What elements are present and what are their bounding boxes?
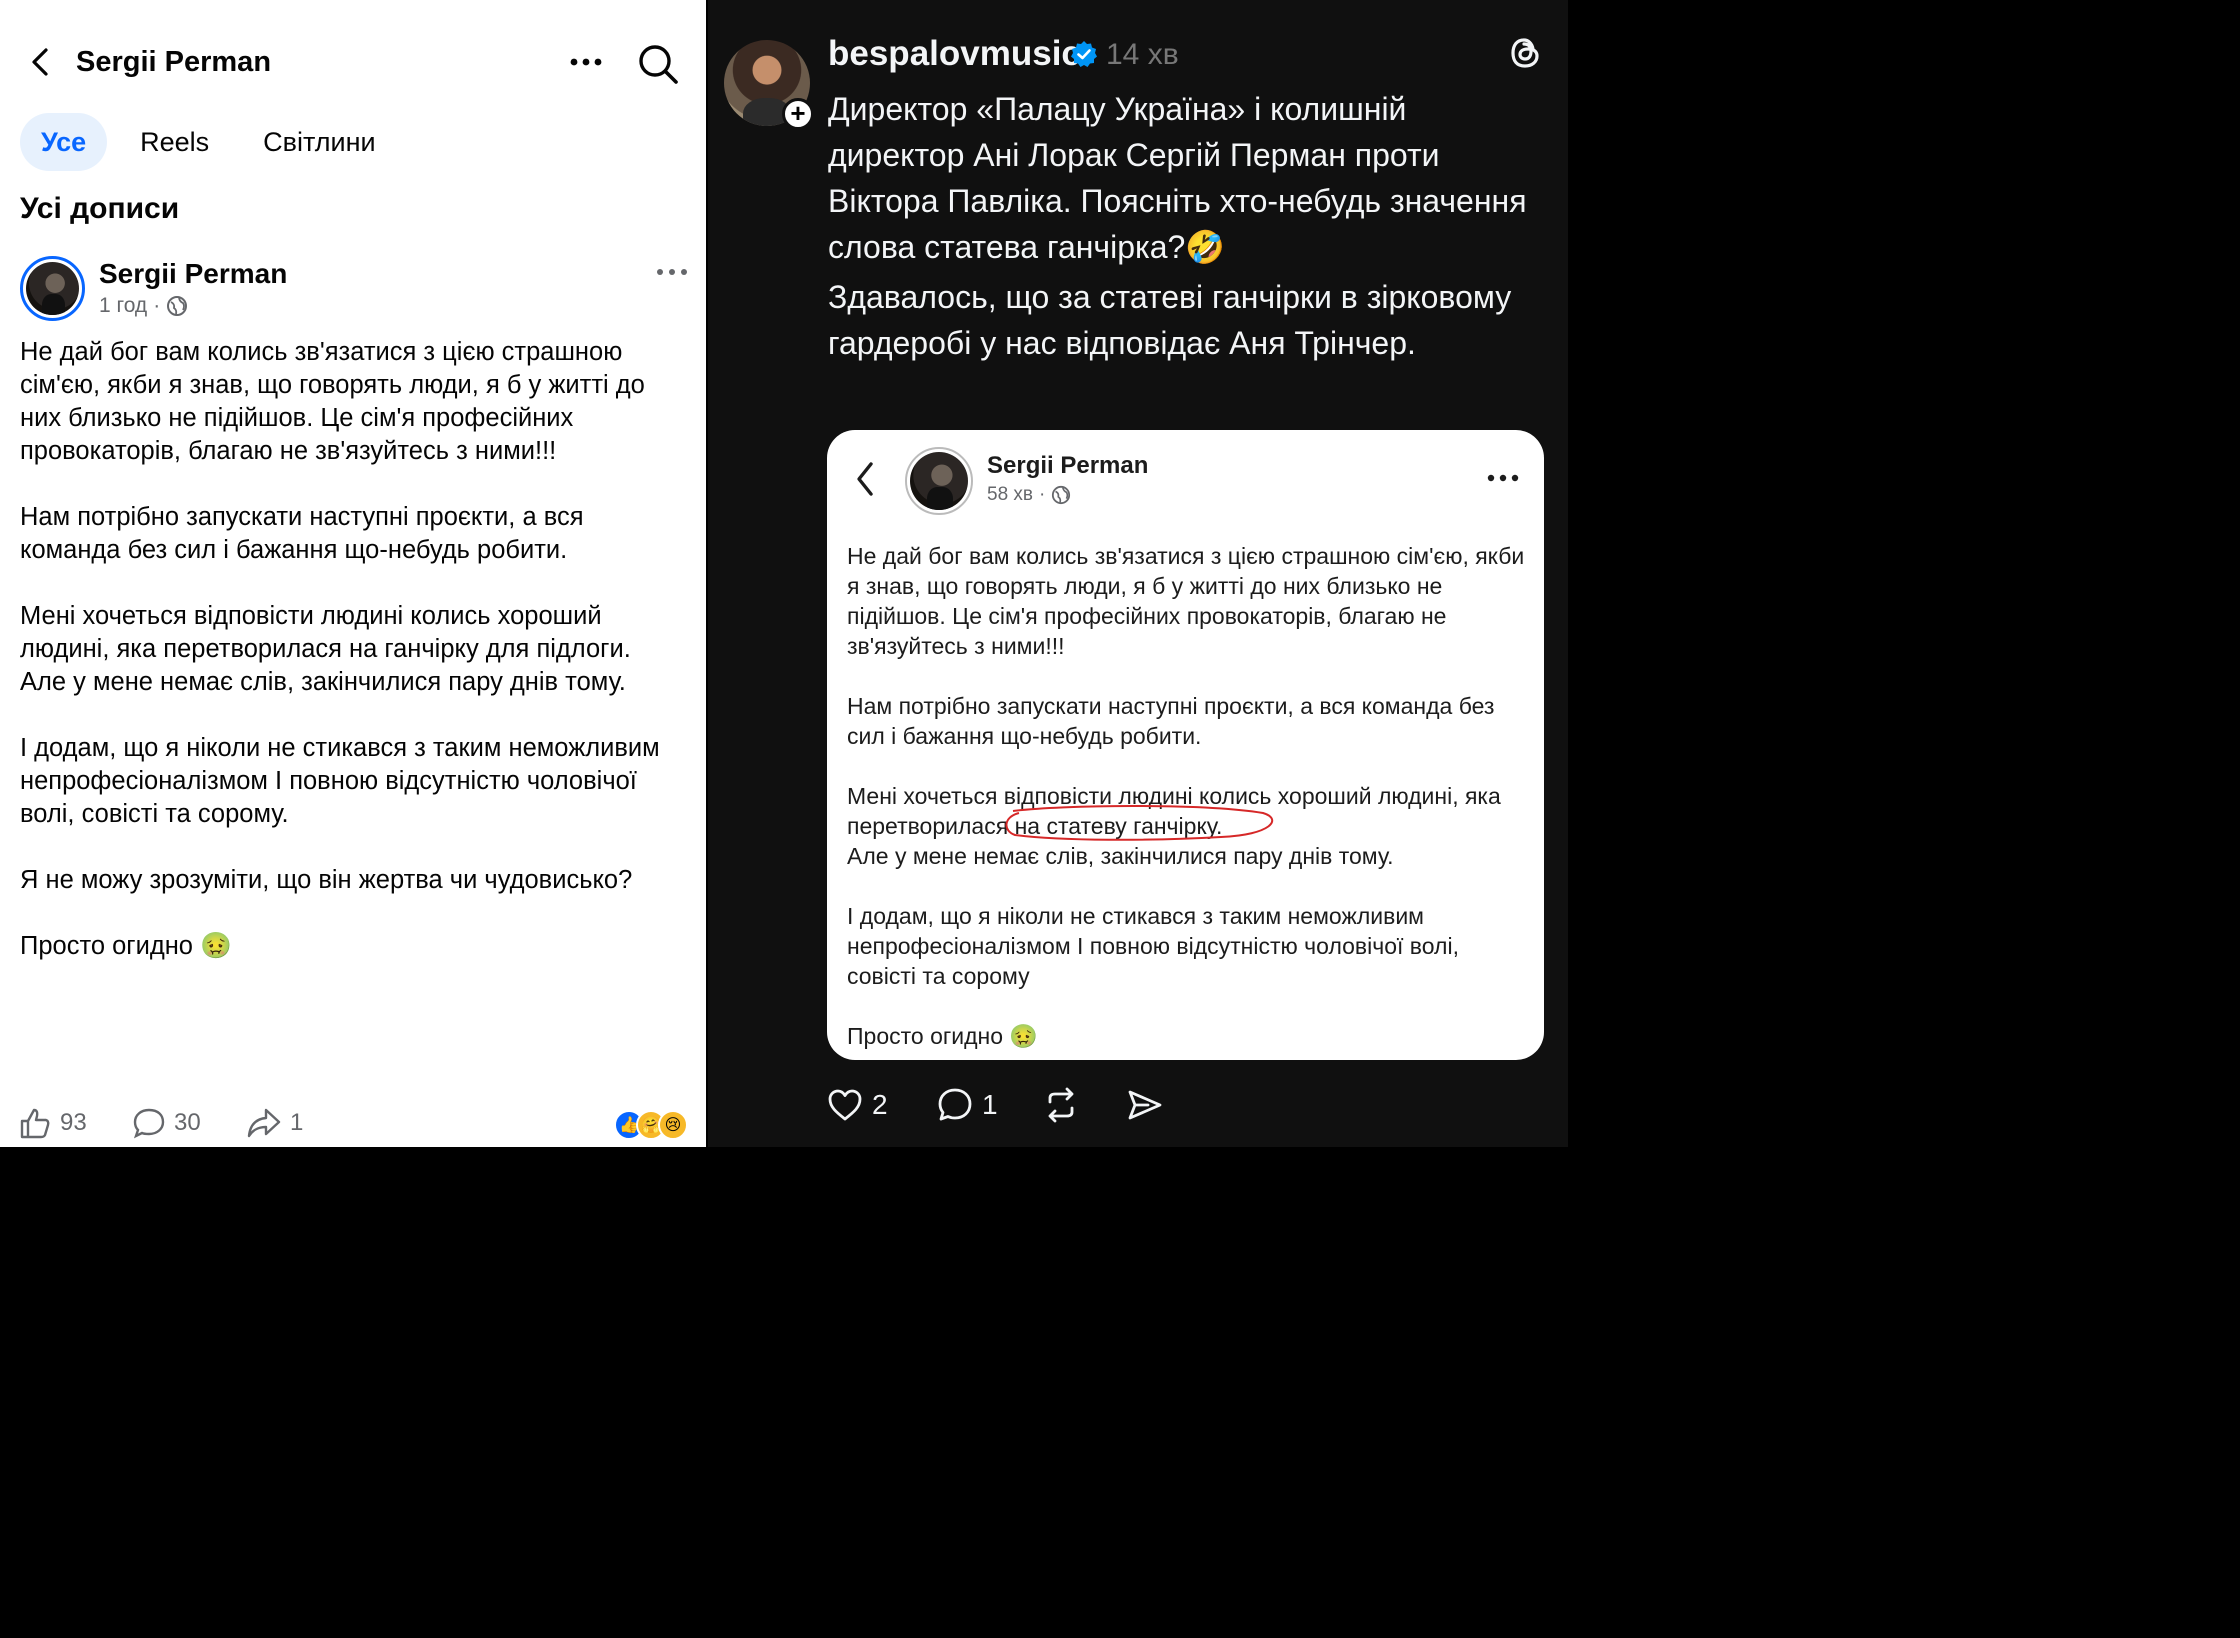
quoted-paragraph: Не дай бог вам колись зв'язатися з цією … xyxy=(847,543,1525,659)
quoted-paragraph: Але у мене немає слів, закінчилися пару … xyxy=(847,843,1394,869)
post-header: Sergii Perman 1 год · xyxy=(20,254,690,324)
comment-count: 30 xyxy=(174,1109,201,1136)
thumbs-up-icon xyxy=(20,1108,50,1139)
send-icon xyxy=(1128,1090,1162,1120)
quoted-paragraph: Просто огидно 🤢 xyxy=(847,1023,1039,1049)
profile-title: Sergii Perman xyxy=(76,46,272,78)
avatar[interactable] xyxy=(20,256,85,321)
post-paragraph: Я не можу зрозуміти, що він жертва чи чу… xyxy=(20,866,633,894)
post-paragraph: Мені хочеться відповісти людині колись х… xyxy=(20,602,631,663)
highlighted-phrase: на статеву ганчірку. xyxy=(1005,805,1273,841)
post-more-icon[interactable] xyxy=(654,258,690,286)
reply-count: 1 xyxy=(982,1089,998,1120)
tab-all[interactable]: Усе xyxy=(20,113,108,171)
post-time[interactable]: 1 год xyxy=(99,294,147,318)
share-icon xyxy=(247,1108,281,1138)
globe-icon xyxy=(1052,485,1071,505)
quoted-paragraph: Мені хочеться відповісти людині колись х… xyxy=(847,781,1527,841)
avatar xyxy=(905,447,973,515)
tab-photos[interactable]: Світлини xyxy=(242,113,396,171)
follow-plus-icon[interactable]: + xyxy=(782,98,814,130)
section-title: Усі дописи xyxy=(20,192,180,225)
heart-icon xyxy=(828,1089,862,1121)
username[interactable]: bespalovmusic xyxy=(828,34,1081,74)
comment-button[interactable]: 30 xyxy=(132,1106,201,1140)
meta-separator: · xyxy=(153,294,161,317)
search-icon[interactable] xyxy=(636,42,680,86)
post-paragraph: Не дай бог вам колись зв'язатися з цією … xyxy=(20,338,645,465)
post-paragraph: Здавалось, що за статеві ганчірки в зірк… xyxy=(828,279,1512,361)
red-circle-annotation xyxy=(1005,805,1273,841)
like-count: 2 xyxy=(872,1089,888,1120)
quoted-time: 58 хв xyxy=(987,484,1034,505)
like-button[interactable]: 93 xyxy=(18,1106,87,1140)
like-button[interactable]: 2 xyxy=(826,1086,888,1124)
post-paragraph: Директор «Палацу Україна» і колишній дир… xyxy=(828,91,1527,265)
threads-logo-icon[interactable] xyxy=(1506,34,1544,72)
profile-tabs: Усе Reels Світлини xyxy=(20,113,409,171)
post-actions: 2 1 xyxy=(826,1086,1566,1130)
post-paragraph: Нам потрібно запускати наступні проєкти,… xyxy=(20,503,584,564)
share-button[interactable] xyxy=(1126,1086,1164,1124)
reply-icon xyxy=(938,1088,972,1121)
more-options-icon[interactable] xyxy=(566,42,606,82)
more-options-icon xyxy=(1487,474,1519,482)
repost-button[interactable] xyxy=(1042,1086,1080,1124)
meta-separator: · xyxy=(1039,484,1046,505)
quoted-meta: 58 хв · xyxy=(987,484,1071,506)
post-actions: 93 30 1 👍 🤗 😢 xyxy=(18,1106,698,1146)
post-meta: 1 год · xyxy=(99,294,188,318)
post-text: Директор «Палацу Україна» і колишній дир… xyxy=(828,86,1528,366)
reply-button[interactable]: 1 xyxy=(936,1086,998,1124)
quoted-author: Sergii Perman xyxy=(987,452,1149,479)
quoted-body: Не дай бог вам колись зв'язатися з цією … xyxy=(847,541,1527,1060)
quoted-paragraph: І додам, що я ніколи не стикався з таким… xyxy=(847,903,1459,989)
post-body: Не дай бог вам колись зв'язатися з цією … xyxy=(20,336,690,996)
sad-reaction-icon: 😢 xyxy=(658,1110,688,1140)
share-count: 1 xyxy=(290,1109,304,1136)
post-paragraph: Але у мене немає слів, закінчилися пару … xyxy=(20,668,626,696)
threads-panel: + bespalovmusic 14 хв Директор «Палацу У… xyxy=(708,0,1568,1147)
share-button[interactable]: 1 xyxy=(246,1106,303,1140)
post-paragraph: І додам, що я ніколи не стикався з таким… xyxy=(20,734,660,828)
like-count: 93 xyxy=(60,1109,87,1136)
post-author[interactable]: Sergii Perman xyxy=(99,258,287,290)
post-time: 14 хв xyxy=(1106,38,1179,71)
facebook-header: Sergii Perman xyxy=(0,30,706,94)
tab-reels[interactable]: Reels xyxy=(119,113,230,171)
post-paragraph: Просто огидно 🤢 xyxy=(20,932,232,960)
globe-icon xyxy=(167,296,188,316)
quoted-screenshot-card[interactable]: Sergii Perman 58 хв · Не дай бог вам кол… xyxy=(827,430,1544,1060)
back-arrow-icon xyxy=(857,462,873,496)
back-arrow-icon[interactable] xyxy=(22,42,62,82)
comment-icon xyxy=(133,1108,165,1139)
facebook-panel: Sergii Perman Усе Reels Світлини Усі доп… xyxy=(0,0,706,1147)
reactions-summary[interactable]: 👍 🤗 😢 xyxy=(614,1110,688,1140)
verified-badge-icon xyxy=(1071,41,1097,67)
repost-icon xyxy=(1048,1087,1074,1123)
quoted-paragraph: Нам потрібно запускати наступні проєкти,… xyxy=(847,693,1495,749)
